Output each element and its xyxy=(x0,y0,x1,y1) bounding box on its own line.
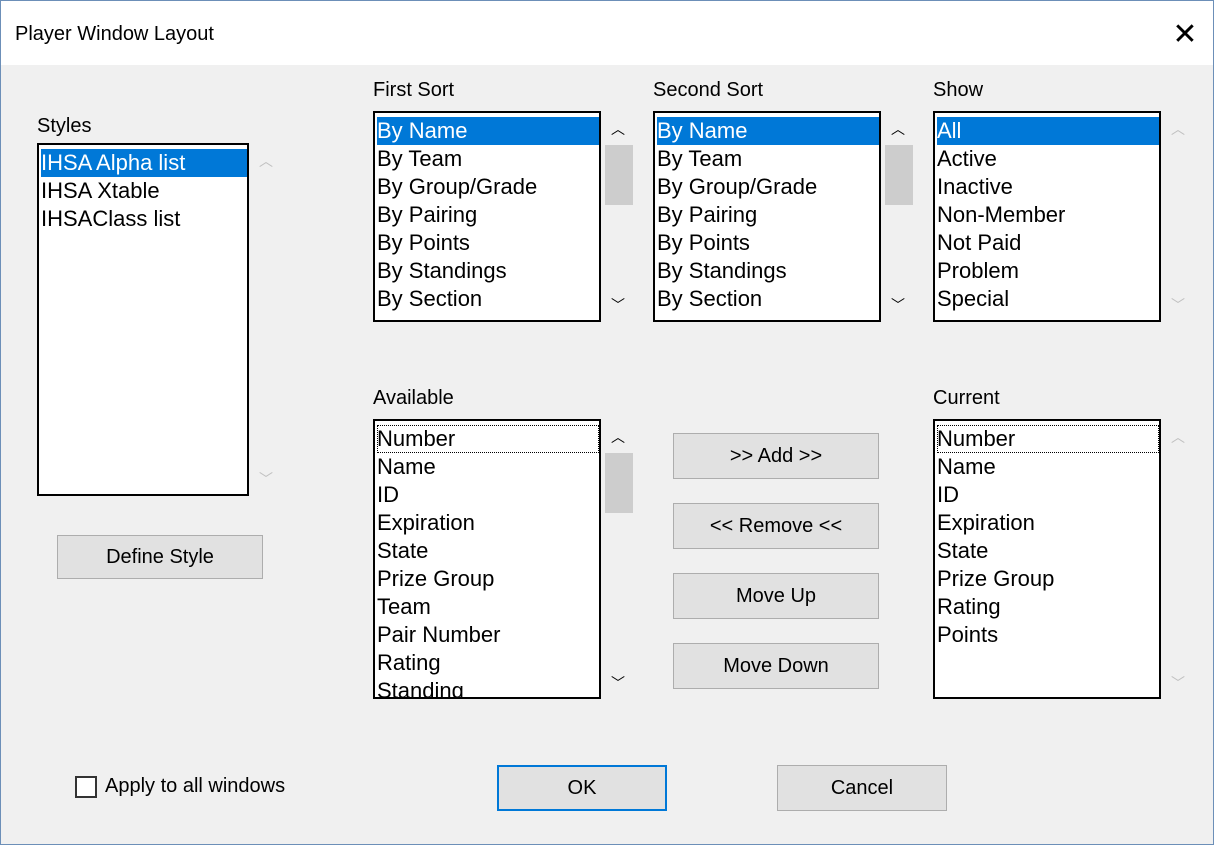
dialog-window: Player Window Layout ✕ Styles IHSA Alpha… xyxy=(0,0,1214,845)
ok-button[interactable]: OK xyxy=(497,765,667,811)
scroll-thumb[interactable] xyxy=(605,145,633,205)
second-sort-item[interactable]: By Pairing xyxy=(657,201,757,229)
scroll-down-icon[interactable]: ﹀ xyxy=(603,295,633,315)
window-title: Player Window Layout xyxy=(15,23,214,45)
show-listbox[interactable]: All Active Inactive Non-Member Not Paid … xyxy=(933,111,1161,322)
scroll-down-icon[interactable]: ﹀ xyxy=(1163,673,1193,693)
available-item[interactable]: ID xyxy=(377,481,399,509)
current-item[interactable]: Rating xyxy=(937,593,1001,621)
current-item[interactable]: Expiration xyxy=(937,509,1035,537)
show-scrollbar[interactable]: ︿ ﹀ xyxy=(1163,111,1193,322)
second-sort-label: Second Sort xyxy=(653,79,764,101)
current-listbox[interactable]: Number Name ID Expiration State Prize Gr… xyxy=(933,419,1161,699)
styles-scrollbar[interactable]: ︿ ﹀ xyxy=(251,143,281,496)
first-sort-item[interactable]: By Standings xyxy=(377,257,507,285)
apply-all-label[interactable]: Apply to all windows xyxy=(105,775,285,798)
available-item[interactable]: Team xyxy=(377,593,431,621)
first-sort-item[interactable]: By Pairing xyxy=(377,201,477,229)
styles-item[interactable]: IHSAClass list xyxy=(41,205,180,233)
second-sort-item[interactable]: By Name xyxy=(657,117,879,145)
current-item[interactable]: State xyxy=(937,537,988,565)
define-style-button[interactable]: Define Style xyxy=(57,535,263,579)
first-sort-item[interactable]: By Team xyxy=(377,145,462,173)
scroll-up-icon[interactable]: ︿ xyxy=(883,119,913,139)
second-sort-listbox[interactable]: By Name By Team By Group/Grade By Pairin… xyxy=(653,111,881,322)
show-item[interactable]: Non-Member xyxy=(937,201,1065,229)
styles-item[interactable]: IHSA Xtable xyxy=(41,177,160,205)
show-label: Show xyxy=(933,79,984,101)
close-icon[interactable]: ✕ xyxy=(1157,11,1213,59)
current-item[interactable]: Number xyxy=(937,425,1159,453)
available-item[interactable]: Prize Group xyxy=(377,565,494,593)
current-label: Current xyxy=(933,387,1000,409)
scroll-up-icon[interactable]: ︿ xyxy=(603,427,633,447)
second-sort-item[interactable]: By Section xyxy=(657,285,762,313)
available-scrollbar[interactable]: ︿ ﹀ xyxy=(603,419,633,699)
first-sort-item[interactable]: By Group/Grade xyxy=(377,173,537,201)
first-sort-scrollbar[interactable]: ︿ ﹀ xyxy=(603,111,633,322)
styles-item[interactable]: IHSA Alpha list xyxy=(41,149,247,177)
show-item[interactable]: All xyxy=(937,117,1159,145)
scroll-up-icon[interactable]: ︿ xyxy=(251,151,281,171)
show-item[interactable]: Not Paid xyxy=(937,229,1021,257)
first-sort-item[interactable]: By Points xyxy=(377,229,470,257)
show-item[interactable]: Special xyxy=(937,285,1009,313)
first-sort-label: First Sort xyxy=(373,79,455,101)
available-item[interactable]: Rating xyxy=(377,649,441,677)
first-sort-item[interactable]: By Name xyxy=(377,117,599,145)
scroll-up-icon[interactable]: ︿ xyxy=(1163,119,1193,139)
available-listbox[interactable]: Number Name ID Expiration State Prize Gr… xyxy=(373,419,601,699)
second-sort-item[interactable]: By Team xyxy=(657,145,742,173)
scroll-up-icon[interactable]: ︿ xyxy=(1163,427,1193,447)
second-sort-item[interactable]: By Group/Grade xyxy=(657,173,817,201)
available-label: Available xyxy=(373,387,454,409)
current-item[interactable]: Prize Group xyxy=(937,565,1054,593)
current-item[interactable]: Points xyxy=(937,621,998,649)
move-up-button[interactable]: Move Up xyxy=(673,573,879,619)
show-item[interactable]: Problem xyxy=(937,257,1019,285)
second-sort-item[interactable]: By Standings xyxy=(657,257,787,285)
styles-label: Styles xyxy=(37,115,92,137)
available-item[interactable]: Name xyxy=(377,453,436,481)
available-item[interactable]: State xyxy=(377,537,428,565)
scroll-down-icon[interactable]: ﹀ xyxy=(883,295,913,315)
scroll-up-icon[interactable]: ︿ xyxy=(603,119,633,139)
scroll-down-icon[interactable]: ﹀ xyxy=(251,469,281,489)
first-sort-listbox[interactable]: By Name By Team By Group/Grade By Pairin… xyxy=(373,111,601,322)
cancel-button[interactable]: Cancel xyxy=(777,765,947,811)
add-button[interactable]: >> Add >> xyxy=(673,433,879,479)
scroll-thumb[interactable] xyxy=(885,145,913,205)
remove-button[interactable]: << Remove << xyxy=(673,503,879,549)
show-item[interactable]: Active xyxy=(937,145,997,173)
second-sort-item[interactable]: By Points xyxy=(657,229,750,257)
first-sort-item[interactable]: By Section xyxy=(377,285,482,313)
show-item[interactable]: Inactive xyxy=(937,173,1013,201)
scroll-down-icon[interactable]: ﹀ xyxy=(603,673,633,693)
apply-all-checkbox[interactable] xyxy=(75,776,97,798)
available-item[interactable]: Pair Number xyxy=(377,621,500,649)
move-down-button[interactable]: Move Down xyxy=(673,643,879,689)
scroll-down-icon[interactable]: ﹀ xyxy=(1163,295,1193,315)
current-scrollbar[interactable]: ︿ ﹀ xyxy=(1163,419,1193,699)
available-item[interactable]: Expiration xyxy=(377,509,475,537)
current-item[interactable]: ID xyxy=(937,481,959,509)
title-bar: Player Window Layout ✕ xyxy=(1,1,1213,65)
second-sort-scrollbar[interactable]: ︿ ﹀ xyxy=(883,111,913,322)
current-item[interactable]: Name xyxy=(937,453,996,481)
available-item[interactable]: Standing xyxy=(377,677,464,697)
scroll-thumb[interactable] xyxy=(605,453,633,513)
available-item[interactable]: Number xyxy=(377,425,599,453)
styles-listbox[interactable]: IHSA Alpha list IHSA Xtable IHSAClass li… xyxy=(37,143,249,496)
